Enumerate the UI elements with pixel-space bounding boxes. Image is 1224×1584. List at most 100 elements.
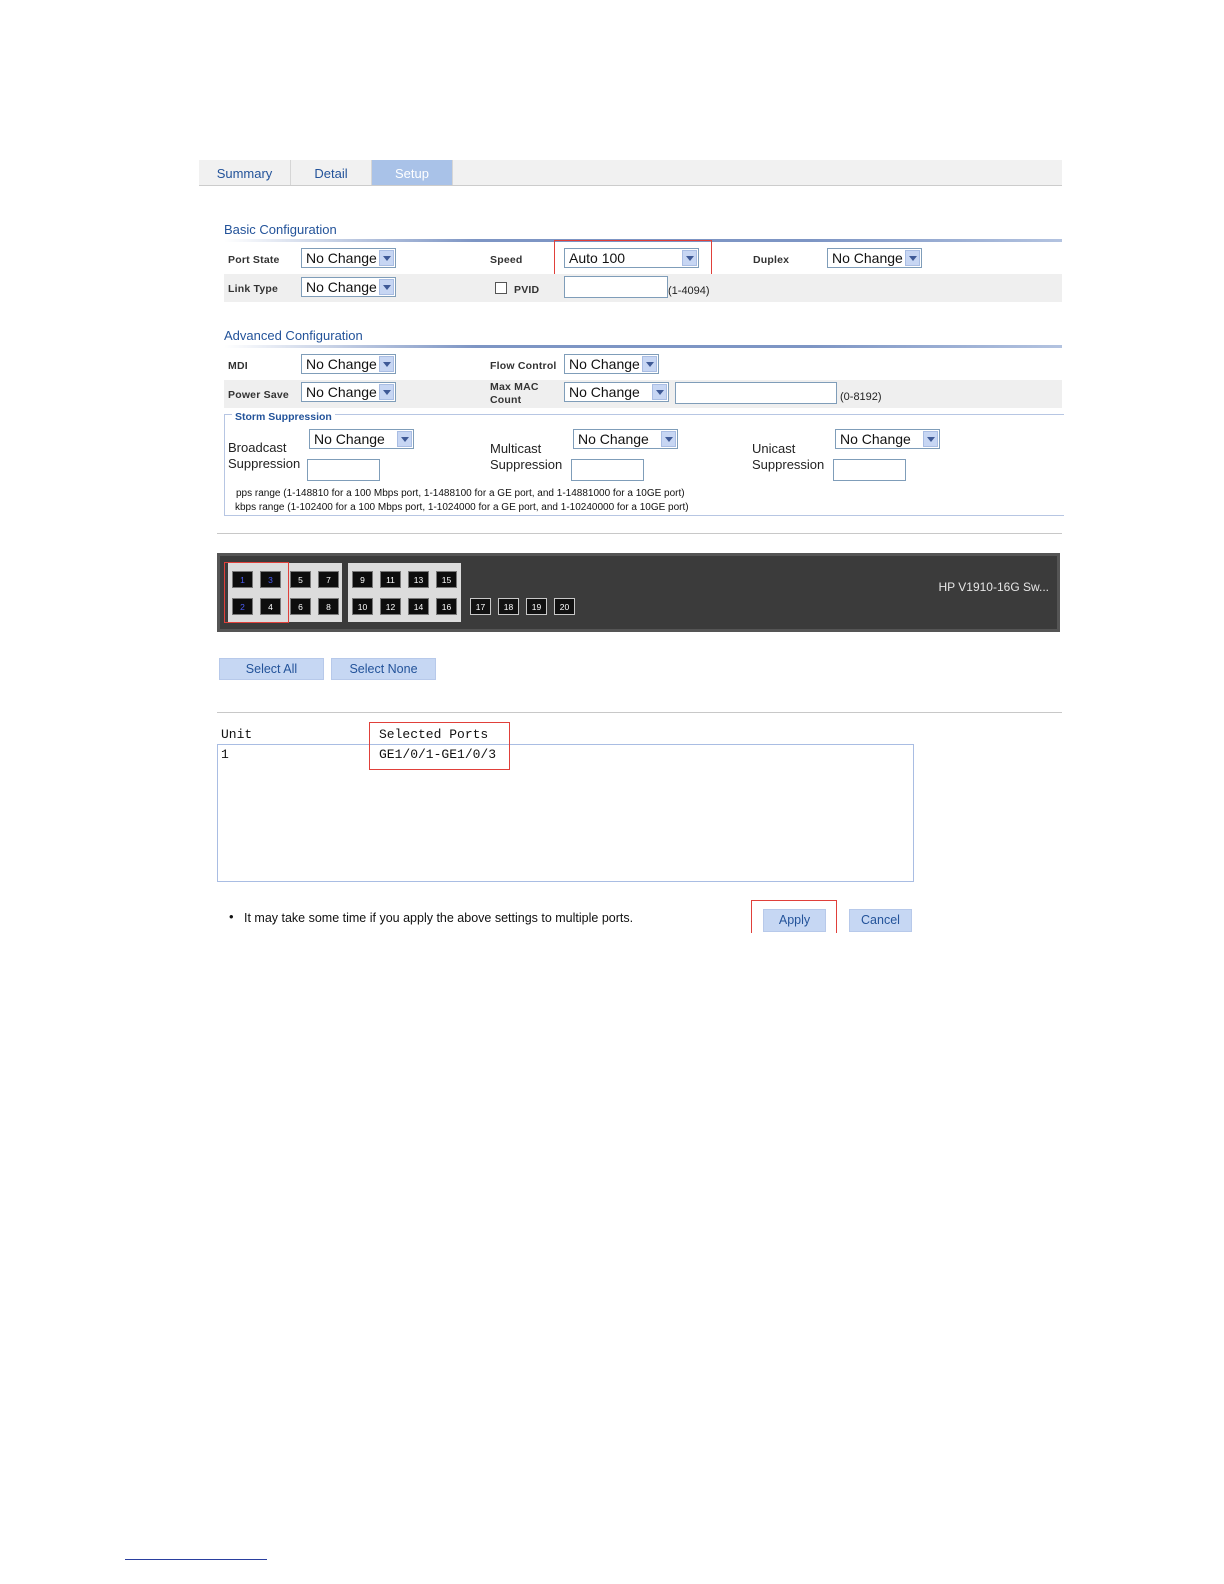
max-mac-select[interactable]: No Change bbox=[564, 382, 669, 402]
multicast-label-line1: Multicast bbox=[490, 441, 542, 456]
max-mac-value: No Change bbox=[569, 384, 640, 400]
link-type-label: Link Type bbox=[228, 283, 279, 295]
tab-setup[interactable]: Setup bbox=[372, 160, 453, 185]
broadcast-value: No Change bbox=[314, 431, 385, 447]
multicast-label: Multicast Suppression bbox=[490, 441, 562, 473]
pvid-checkbox[interactable] bbox=[495, 282, 507, 294]
advanced-config-divider bbox=[224, 345, 1062, 348]
port-state-label: Port State bbox=[228, 254, 280, 266]
port-10[interactable]: 10 bbox=[352, 598, 373, 615]
table-row-ports: GE1/0/1-GE1/0/3 bbox=[379, 747, 497, 762]
power-save-value: No Change bbox=[306, 384, 377, 400]
mdi-value: No Change bbox=[306, 356, 377, 372]
note-text: It may take some time if you apply the a… bbox=[244, 911, 634, 925]
advanced-config-title: Advanced Configuration bbox=[224, 328, 363, 343]
multicast-select[interactable]: No Change bbox=[573, 429, 678, 449]
max-mac-label-line2: Count bbox=[490, 394, 522, 406]
chevron-down-icon bbox=[379, 250, 394, 266]
chevron-down-icon bbox=[397, 431, 412, 447]
port-5[interactable]: 5 bbox=[290, 571, 311, 588]
port-7[interactable]: 7 bbox=[318, 571, 339, 588]
section-divider bbox=[217, 533, 1062, 534]
port-state-value: No Change bbox=[306, 250, 377, 266]
speed-select[interactable]: Auto 100 bbox=[564, 248, 699, 268]
port-13[interactable]: 13 bbox=[408, 571, 429, 588]
port-3[interactable]: 3 bbox=[260, 571, 281, 588]
kbps-range-note: kbps range (1-102400 for a 100 Mbps port… bbox=[235, 502, 689, 513]
unicast-input[interactable] bbox=[833, 459, 906, 481]
chevron-down-icon bbox=[661, 431, 676, 447]
port-17[interactable]: 17 bbox=[470, 598, 491, 615]
chevron-down-icon bbox=[682, 250, 697, 266]
device-panel: 1 3 5 7 9 11 13 15 2 4 6 8 10 12 14 16 17 18 19 20 HP V1910… bbox=[217, 553, 1060, 632]
port-16[interactable]: 16 bbox=[436, 598, 457, 615]
chevron-down-icon bbox=[923, 431, 938, 447]
chevron-down-icon bbox=[652, 384, 667, 400]
port-19[interactable]: 19 bbox=[526, 598, 547, 615]
port-20[interactable]: 20 bbox=[554, 598, 575, 615]
select-all-button[interactable]: Select All bbox=[219, 658, 324, 680]
port-state-select[interactable]: No Change bbox=[301, 248, 396, 268]
table-row-unit: 1 bbox=[221, 747, 229, 762]
chevron-down-icon bbox=[379, 356, 394, 372]
unicast-label-line2: Suppression bbox=[752, 457, 825, 472]
select-none-button[interactable]: Select None bbox=[331, 658, 436, 680]
port-14[interactable]: 14 bbox=[408, 598, 429, 615]
power-save-select[interactable]: No Change bbox=[301, 382, 396, 402]
mdi-select[interactable]: No Change bbox=[301, 354, 396, 374]
broadcast-input[interactable] bbox=[307, 459, 380, 481]
broadcast-label: Broadcast Suppression bbox=[228, 440, 300, 472]
flow-control-select[interactable]: No Change bbox=[564, 354, 659, 374]
link-type-select[interactable]: No Change bbox=[301, 277, 396, 297]
chevron-down-icon bbox=[905, 250, 920, 266]
apply-button[interactable]: Apply bbox=[763, 909, 826, 932]
pvid-label: PVID bbox=[514, 284, 540, 296]
storm-suppression-title: Storm Suppression bbox=[232, 411, 335, 423]
max-mac-input[interactable] bbox=[675, 382, 837, 404]
speed-value: Auto 100 bbox=[569, 250, 626, 266]
unicast-label-line1: Unicast bbox=[752, 441, 796, 456]
power-save-label: Power Save bbox=[228, 389, 289, 401]
selected-ports-table bbox=[217, 744, 914, 882]
broadcast-label-line1: Broadcast bbox=[228, 440, 287, 455]
port-8[interactable]: 8 bbox=[318, 598, 339, 615]
chevron-down-icon bbox=[642, 356, 657, 372]
duplex-value: No Change bbox=[832, 250, 903, 266]
pps-range-note: pps range (1-148810 for a 100 Mbps port,… bbox=[236, 488, 685, 499]
tab-detail[interactable]: Detail bbox=[291, 160, 372, 185]
port-2[interactable]: 2 bbox=[232, 598, 253, 615]
unicast-value: No Change bbox=[840, 431, 911, 447]
port-15[interactable]: 15 bbox=[436, 571, 457, 588]
device-name: HP V1910-16G Sw... bbox=[938, 580, 1049, 594]
basic-config-title: Basic Configuration bbox=[224, 222, 337, 237]
port-9[interactable]: 9 bbox=[352, 571, 373, 588]
cancel-button[interactable]: Cancel bbox=[849, 909, 912, 932]
multicast-value: No Change bbox=[578, 431, 649, 447]
selected-ports-column-header: Selected Ports bbox=[379, 727, 489, 742]
table-divider bbox=[217, 712, 1062, 713]
basic-config-divider bbox=[224, 239, 1062, 242]
flow-control-value: No Change bbox=[569, 356, 640, 372]
broadcast-label-line2: Suppression bbox=[228, 456, 301, 471]
port-18[interactable]: 18 bbox=[498, 598, 519, 615]
multicast-input[interactable] bbox=[571, 459, 644, 481]
port-4[interactable]: 4 bbox=[260, 598, 281, 615]
broadcast-select[interactable]: No Change bbox=[309, 429, 414, 449]
duplex-select[interactable]: No Change bbox=[827, 248, 922, 268]
tab-summary[interactable]: Summary bbox=[199, 160, 291, 185]
pvid-input[interactable] bbox=[564, 276, 668, 298]
unicast-label: Unicast Suppression bbox=[752, 441, 824, 473]
chevron-down-icon bbox=[379, 279, 394, 295]
link-type-value: No Change bbox=[306, 279, 377, 295]
port-11[interactable]: 11 bbox=[380, 571, 401, 588]
mdi-label: MDI bbox=[228, 360, 248, 372]
max-mac-label: Max MAC Count bbox=[490, 381, 539, 407]
port-6[interactable]: 6 bbox=[290, 598, 311, 615]
note-bullet: • bbox=[229, 909, 234, 924]
max-mac-label-line1: Max MAC bbox=[490, 381, 539, 393]
port-12[interactable]: 12 bbox=[380, 598, 401, 615]
chevron-down-icon bbox=[379, 384, 394, 400]
port-1[interactable]: 1 bbox=[232, 571, 253, 588]
pvid-range: (1-4094) bbox=[668, 285, 710, 297]
unicast-select[interactable]: No Change bbox=[835, 429, 940, 449]
